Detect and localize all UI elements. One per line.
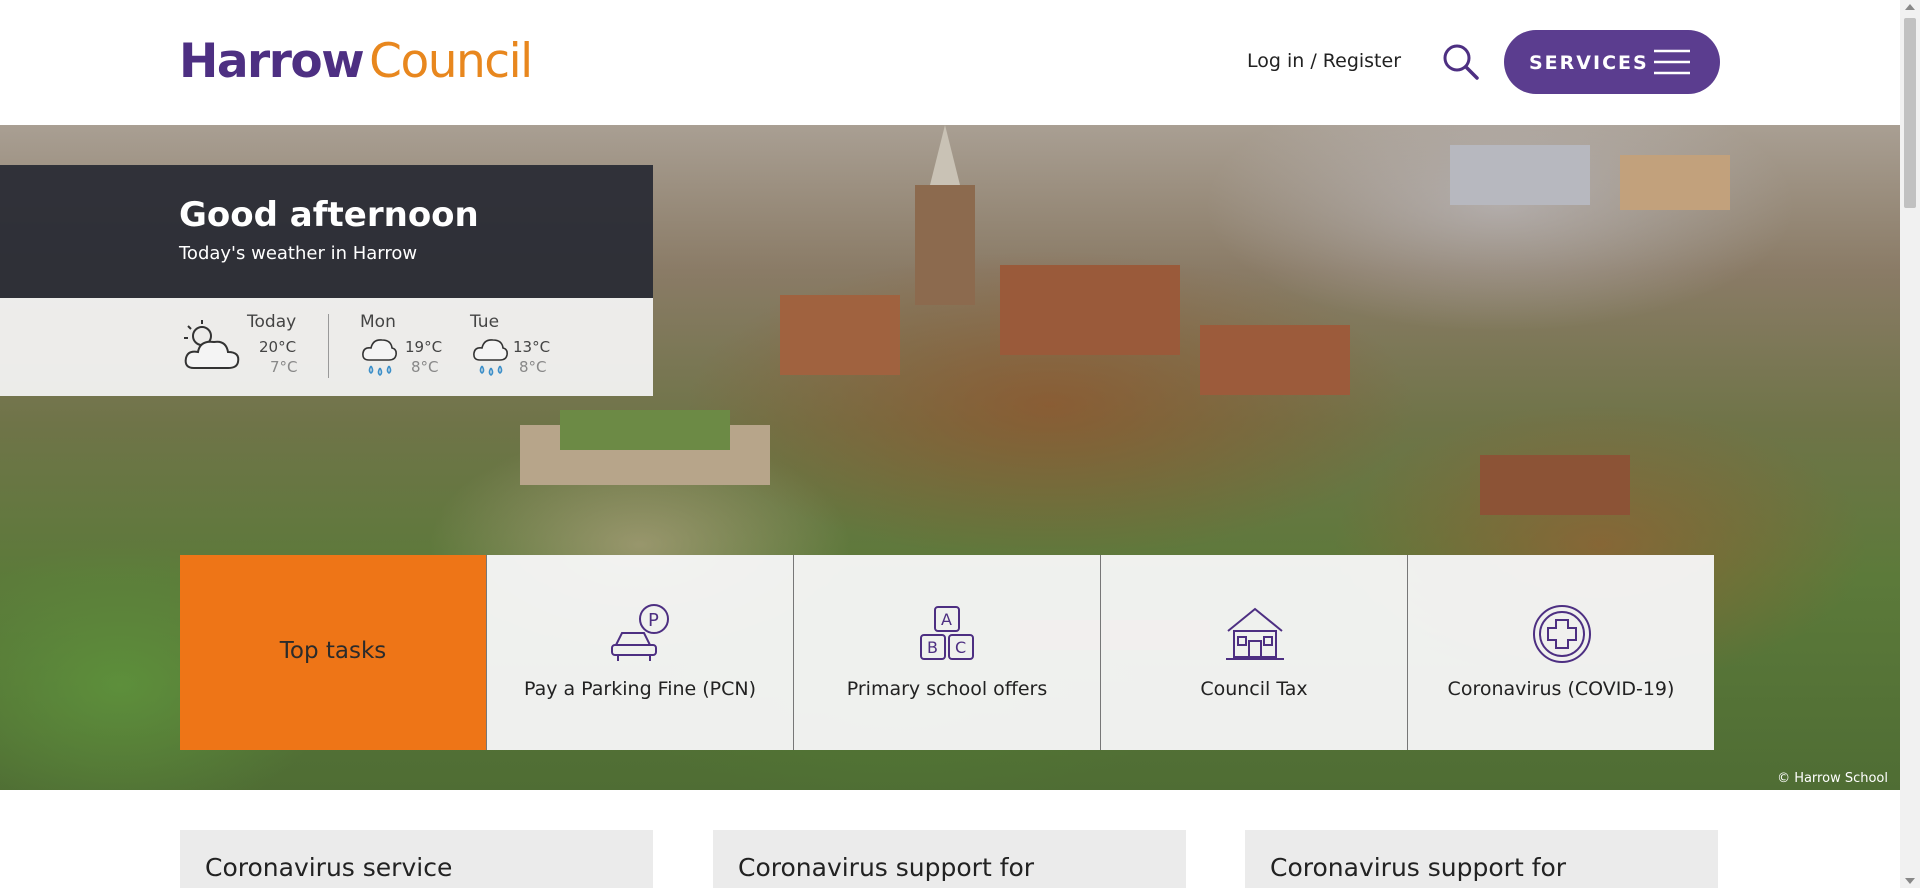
svg-text:B: B (927, 638, 938, 657)
task-council-tax[interactable]: Council Tax (1100, 555, 1407, 750)
task-label: Coronavirus (COVID-19) (1447, 678, 1675, 700)
weather-day-label: Mon (360, 312, 396, 332)
svg-text:A: A (941, 610, 952, 629)
task-primary-school-offers[interactable]: A B C Primary school offers (793, 555, 1100, 750)
logo-council-text: Council (369, 34, 533, 89)
task-label: Pay a Parking Fine (PCN) (523, 678, 757, 700)
scroll-down-arrow-icon[interactable] (1905, 878, 1915, 884)
card-title: Coronavirus support for (1270, 853, 1567, 882)
login-register-link[interactable]: Log in / Register (1247, 50, 1401, 72)
weather-low: 8°C (411, 358, 439, 376)
hamburger-menu-icon (1654, 49, 1690, 75)
weather-day-label: Today (247, 312, 297, 332)
svg-text:P: P (648, 610, 659, 631)
weather-low: 7°C (270, 358, 298, 376)
services-menu-button[interactable]: SERVICES (1504, 30, 1720, 94)
card-coronavirus-support-2[interactable]: Coronavirus support for (1245, 830, 1718, 888)
card-title: Coronavirus support for (738, 853, 1035, 882)
logo-harrow-text: Harrow (179, 34, 365, 89)
task-label: Primary school offers (846, 678, 1048, 700)
abc-blocks-icon: A B C (920, 606, 974, 660)
weather-day-today: Today 20°C 7°C (247, 312, 298, 376)
weather-high: 13°C (513, 338, 551, 356)
weather-forecast: Today 20°C 7°C Mon 19°C 8°C Tue 13°C 8°C (0, 298, 653, 396)
top-tasks-title: Top tasks (279, 638, 387, 664)
card-title: Coronavirus service (205, 853, 453, 882)
weather-high: 20°C (259, 338, 297, 356)
weather-subtitle: Today's weather in Harrow (179, 243, 418, 264)
card-coronavirus-service[interactable]: Coronavirus service (180, 830, 653, 888)
scrollbar-thumb[interactable] (1904, 18, 1916, 208)
rain-icon (362, 339, 397, 376)
scroll-up-arrow-icon[interactable] (1905, 4, 1915, 10)
search-icon (1443, 44, 1479, 80)
weather-day-mon: Mon 19°C 8°C (360, 312, 442, 376)
weather-day-tue: Tue 13°C 8°C (470, 312, 550, 376)
top-tasks-heading: Top tasks (180, 555, 486, 750)
image-credit: © Harrow School (1777, 771, 1888, 786)
hero-banner: Good afternoon Today's weather in Harrow… (0, 125, 1900, 790)
task-coronavirus[interactable]: Coronavirus (COVID-19) (1407, 555, 1714, 750)
house-icon (1226, 607, 1284, 660)
rain-icon (473, 339, 508, 376)
greeting-panel: Good afternoon Today's weather in Harrow (0, 165, 653, 298)
weather-high: 19°C (405, 338, 443, 356)
weather-divider (328, 314, 329, 378)
task-label: Council Tax (1200, 678, 1308, 700)
partly-cloudy-icon (184, 320, 240, 369)
parking-car-icon: P (611, 604, 669, 661)
site-header: Harrow Council Log in / Register SERVICES (0, 0, 1900, 125)
harrow-council-logo[interactable]: Harrow Council (179, 34, 533, 89)
weather-day-label: Tue (470, 312, 500, 332)
services-label: SERVICES (1529, 52, 1649, 74)
greeting-title: Good afternoon (179, 195, 479, 235)
search-button[interactable] (1441, 42, 1481, 82)
svg-text:C: C (955, 638, 966, 657)
medical-cross-icon (1533, 605, 1591, 663)
card-coronavirus-support-1[interactable]: Coronavirus support for (713, 830, 1186, 888)
task-pay-parking-fine[interactable]: P Pay a Parking Fine (PCN) (486, 555, 793, 750)
weather-low: 8°C (519, 358, 547, 376)
page-scrollbar[interactable] (1900, 0, 1920, 888)
